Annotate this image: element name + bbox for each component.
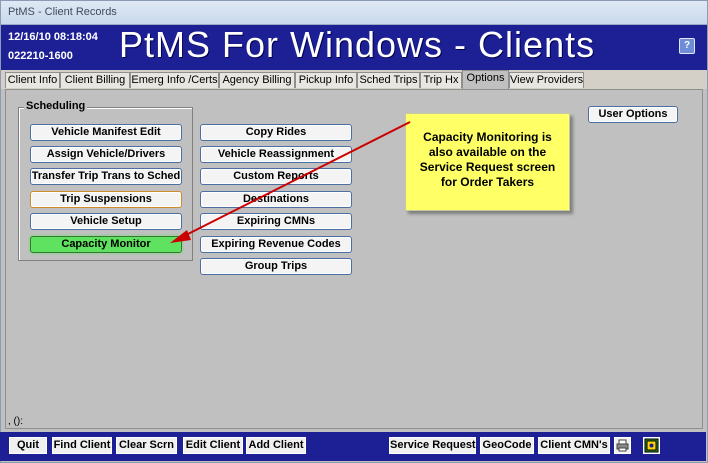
add-client-button[interactable]: Add Client [246,437,306,454]
edit-client-button[interactable]: Edit Client [183,437,243,454]
header-datetime: 12/16/10 08:18:04 [8,31,98,43]
service-request-button[interactable]: Service Request [389,437,476,454]
note-line: Service Request screen [419,160,556,174]
window-titlebar[interactable]: PtMS - Client Records [1,1,707,25]
clear-scrn-button[interactable]: Clear Scrn [116,437,177,454]
expiring-revenue-codes-button[interactable]: Expiring Revenue Codes [200,236,352,253]
tab-pickup-info[interactable]: Pickup Info [295,72,357,88]
vehicle-reassignment-button[interactable]: Vehicle Reassignment [200,146,352,163]
user-options-button[interactable]: User Options [588,106,678,123]
destinations-button[interactable]: Destinations [200,191,352,208]
custom-reports-button[interactable]: Custom Reports [200,168,352,185]
tab-client-billing[interactable]: Client Billing [60,72,130,88]
copy-rides-button[interactable]: Copy Rides [200,124,352,141]
note-line: also available on the [428,145,547,159]
tab-bar: Client Info Client Billing Emerg Info /C… [1,70,707,89]
printer-icon-graphic [616,439,629,452]
assign-vehicle-drivers-button[interactable]: Assign Vehicle/Drivers [30,146,182,163]
tab-sched-trips[interactable]: Sched Trips [357,72,420,88]
map-icon-graphic [644,438,659,453]
capacity-monitor-button[interactable]: Capacity Monitor [30,236,182,253]
header-client-id: 022210-1600 [8,50,73,62]
vehicle-setup-button[interactable]: Vehicle Setup [30,213,182,230]
help-icon[interactable]: ? [679,38,695,54]
geocode-button[interactable]: GeoCode [480,437,534,454]
trip-suspensions-button[interactable]: Trip Suspensions [30,191,182,208]
map-icon[interactable] [643,437,660,454]
note-line: Capacity Monitoring is [423,130,552,144]
tab-view-providers[interactable]: View Providers [509,72,584,88]
quit-button[interactable]: Quit [9,437,47,454]
expiring-cmns-button[interactable]: Expiring CMNs [200,213,352,230]
find-client-button[interactable]: Find Client [52,437,112,454]
app-header: 12/16/10 08:18:04 022210-1600 PtMS For W… [1,24,707,70]
tab-emerg-info-certs[interactable]: Emerg Info /Certs [130,72,219,88]
vehicle-manifest-edit-button[interactable]: Vehicle Manifest Edit [30,124,182,141]
scheduling-legend: Scheduling [24,100,88,112]
tab-agency-billing[interactable]: Agency Billing [219,72,295,88]
tab-trip-hx[interactable]: Trip Hx [420,72,462,88]
group-trips-button[interactable]: Group Trips [200,258,352,275]
printer-icon[interactable] [614,437,631,454]
transfer-trip-trans-button[interactable]: Transfer Trip Trans to Sched [30,168,182,185]
note-line: for Order Takers [440,175,535,189]
window-title: PtMS - Client Records [8,6,117,18]
tab-client-info[interactable]: Client Info [5,72,60,88]
callout-note: Capacity Monitoring is also available on… [405,113,570,211]
app-title: PtMS For Windows - Clients [119,24,596,65]
bottom-toolbar: Quit Find Client Clear Scrn Edit Client … [0,432,706,461]
client-cmns-button[interactable]: Client CMN's [538,437,610,454]
tab-options[interactable]: Options [462,70,509,89]
coords-readout: , (): [8,416,23,427]
